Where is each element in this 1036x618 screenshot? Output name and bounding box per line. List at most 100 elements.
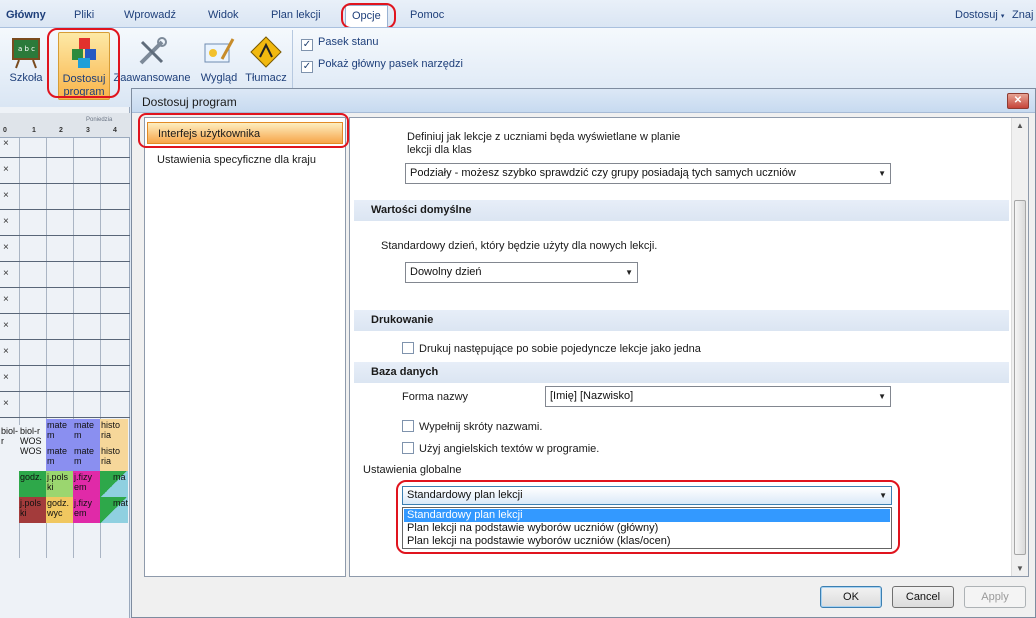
tab-opcje[interactable]: Opcje	[345, 5, 388, 27]
lesson-text: m	[74, 456, 82, 466]
table-row[interactable]: ×	[0, 340, 130, 366]
name-form-label: Forma nazwy	[402, 391, 469, 403]
tab-pomoc[interactable]: Pomoc	[410, 7, 444, 25]
lesson-text: ria	[101, 456, 112, 466]
settings-panel: Definiuj jak lekcje z uczniami będa wyśw…	[349, 117, 1029, 577]
lesson-text: WOS	[20, 446, 42, 456]
table-row[interactable]: ×	[0, 236, 130, 262]
scroll-down-icon[interactable]: ▼	[1012, 564, 1028, 573]
lesson-cell[interactable]: biol-r WOS	[19, 425, 46, 447]
lesson-cell[interactable]: ma	[100, 471, 128, 497]
list-item[interactable]: Plan lekcji na podstawie wyborów uczniów…	[404, 535, 890, 548]
pasek-narzedzi-checkbox[interactable]: ✓ Pokaż główny pasek narzędzi	[301, 57, 463, 73]
pasek-stanu-label: Pasek stanu	[318, 36, 379, 48]
lesson-cell[interactable]: biol-r	[0, 425, 19, 447]
table-row[interactable]: ×	[0, 210, 130, 236]
table-row[interactable]: ×	[0, 158, 130, 184]
dostosuj-program-dialog: Dostosuj program ✕ Interfejs użytkownika…	[131, 88, 1036, 618]
lesson-text: biol-r	[1, 426, 19, 446]
lesson-cell[interactable]: j.fizy em	[73, 471, 100, 497]
lesson-cell[interactable]: mate m	[73, 445, 100, 471]
dostosuj-menu[interactable]: Dostosuj ▾	[955, 7, 1004, 25]
settings-scrollbar[interactable]: ▲ ▼	[1011, 118, 1028, 576]
lesson-cell[interactable]: WOS	[19, 445, 46, 471]
lesson-cell[interactable]: j.pols ki	[46, 471, 73, 497]
table-row[interactable]: ×	[0, 366, 130, 392]
lesson-text: j.pols	[20, 498, 42, 508]
lesson-text: em	[74, 482, 87, 492]
fill-abbr-checkbox[interactable]: Wypełnij skróty nazwami.	[402, 420, 542, 433]
tab-plan-lekcji[interactable]: Plan lekcji	[271, 7, 321, 25]
ok-button[interactable]: OK	[820, 586, 882, 608]
szkola-button[interactable]: a b c Szkoła	[4, 32, 48, 100]
nav-item-ustawienia-kraju[interactable]: Ustawienia specyficzne dla kraju	[147, 149, 343, 171]
pasek-stanu-checkbox[interactable]: ✓ Pasek stanu	[301, 35, 379, 51]
lesson-cell[interactable]: godz. wyc	[46, 497, 73, 523]
lesson-text: m	[74, 430, 82, 440]
lesson-text: mate	[47, 446, 68, 456]
lesson-cell[interactable]: mate m	[46, 419, 73, 445]
zaawansowane-label: Zaawansowane	[113, 72, 191, 84]
chevron-down-icon: ▼	[625, 268, 633, 277]
lesson-text: ki	[47, 482, 54, 492]
close-button[interactable]: ✕	[1007, 93, 1029, 109]
lesson-cell[interactable]: mate m	[46, 445, 73, 471]
lesson-cell[interactable]: histo ria	[100, 419, 128, 445]
lesson-text: ma	[113, 472, 126, 482]
lesson-text: ria	[101, 430, 112, 440]
table-row[interactable]: ×	[0, 132, 130, 158]
lesson-cell[interactable]: mate m	[73, 419, 100, 445]
znaj-menu[interactable]: Znaj	[1012, 7, 1033, 25]
print-single-lessons-checkbox[interactable]: Drukuj następujące po sobie pojedyncze l…	[402, 342, 701, 355]
dostosuj-program-button[interactable]: Dostosuj program	[58, 32, 110, 100]
table-row[interactable]: ×	[0, 392, 130, 418]
chevron-down-icon: ▼	[878, 392, 886, 401]
scroll-up-icon[interactable]: ▲	[1012, 121, 1028, 130]
table-row[interactable]: ×	[0, 184, 130, 210]
tab-pliki[interactable]: Pliki	[74, 7, 94, 25]
empty-mark: ×	[3, 216, 9, 227]
empty-mark: ×	[3, 372, 9, 383]
list-item[interactable]: Plan lekcji na podstawie wyborów uczniów…	[404, 522, 890, 535]
tab-widok[interactable]: Widok	[208, 7, 239, 25]
table-row[interactable]: ×	[0, 262, 130, 288]
chevron-down-icon: ▼	[878, 169, 886, 178]
tab-glowny[interactable]: Główny	[6, 7, 46, 25]
day-label: Poniedzia	[86, 117, 113, 123]
lesson-text: godz.	[47, 498, 70, 508]
lesson-text: em	[74, 508, 87, 518]
lesson-text: wyc	[47, 508, 63, 518]
lesson-cell[interactable]: histo ria	[100, 445, 128, 471]
tab-wprowadz[interactable]: Wprowadź	[124, 7, 176, 25]
lesson-cell[interactable]: j.fizy em	[73, 497, 100, 523]
table-row[interactable]: ×	[0, 314, 130, 340]
wyglad-label: Wygląd	[200, 72, 238, 84]
dialog-titlebar[interactable]: Dostosuj program ✕	[132, 89, 1035, 113]
apply-button[interactable]: Apply	[964, 586, 1026, 608]
lesson-cell[interactable]: j.pols ki	[19, 497, 46, 523]
intro-text-2: lekcji dla klas	[407, 144, 472, 156]
display-mode-select[interactable]: Podziały - możesz szybko sprawdzić czy g…	[405, 163, 891, 184]
table-row[interactable]: ×	[0, 288, 130, 314]
default-day-select[interactable]: Dowolny dzień ▼	[405, 262, 638, 283]
lesson-text: mat	[113, 498, 128, 508]
scrollbar-thumb[interactable]	[1014, 200, 1026, 555]
lesson-text: mate	[47, 420, 68, 430]
global-settings-value: Standardowy plan lekcji	[407, 489, 523, 501]
lesson-cell[interactable]: mat	[100, 497, 128, 523]
english-texts-checkbox[interactable]: Użyj angielskich textów w programie.	[402, 442, 599, 455]
global-settings-select[interactable]: Standardowy plan lekcji ▼	[402, 486, 892, 505]
nav-item-interfejs[interactable]: Interfejs użytkownika	[147, 122, 343, 144]
lesson-cell[interactable]: godz.	[19, 471, 46, 497]
lesson-text: j.fizy	[74, 472, 92, 482]
section-db-header: Baza danych	[354, 362, 1009, 383]
global-settings-label: Ustawienia globalne	[363, 464, 462, 476]
dialog-title: Dostosuj program	[142, 95, 237, 109]
list-item[interactable]: Standardowy plan lekcji	[404, 509, 890, 522]
cubes-icon	[72, 38, 96, 68]
check-icon: ✓	[301, 61, 313, 73]
section-defaults-header: Wartości domyślne	[354, 200, 1009, 221]
name-form-select[interactable]: [Imię] [Nazwisko] ▼	[545, 386, 891, 407]
close-icon: ✕	[1013, 95, 1023, 106]
cancel-button[interactable]: Cancel	[892, 586, 954, 608]
